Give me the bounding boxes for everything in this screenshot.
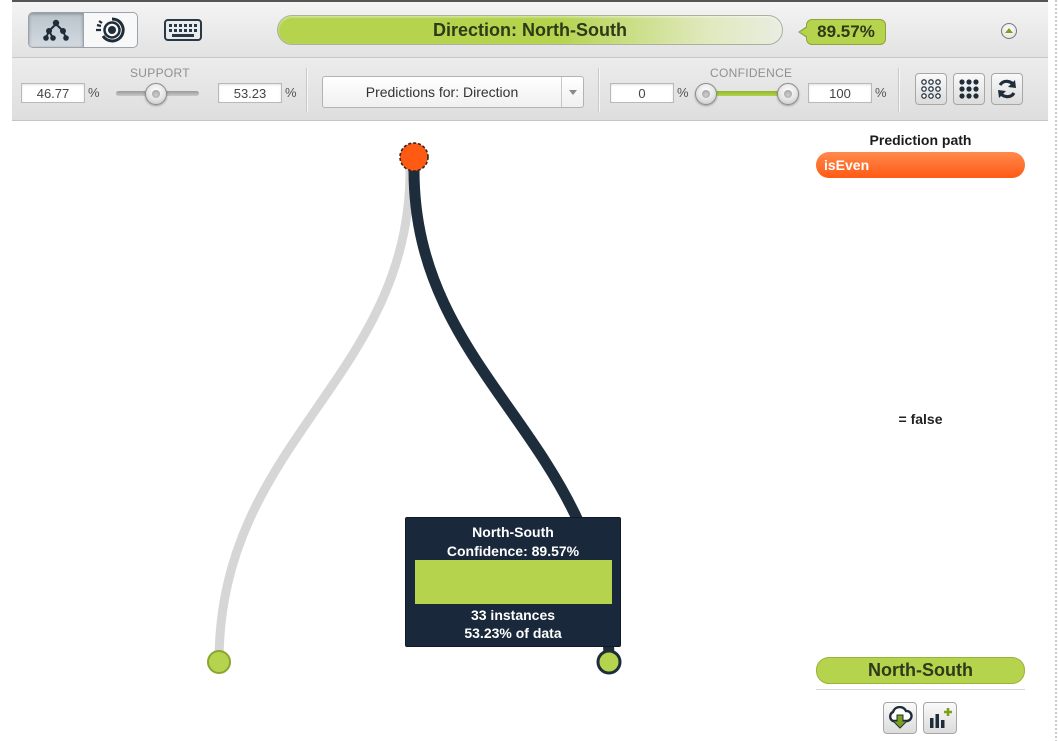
bar-chart-plus-icon: [930, 708, 952, 728]
support-min-percent: %: [88, 85, 100, 100]
filter-control-bar: SUPPORT 46.77 % 53.23 % Predictions for:…: [12, 58, 1048, 121]
view-mode-toggle: [28, 12, 138, 48]
leaf-node-right-selected[interactable]: [596, 649, 622, 675]
keyboard-icon: [164, 19, 202, 41]
dots-grid-filled-icon: [959, 79, 979, 99]
dots-grid-outline-icon: [921, 79, 941, 99]
tree-branch-true[interactable]: [214, 165, 415, 667]
confidence-max-input[interactable]: 100: [808, 83, 872, 103]
tree-view-button[interactable]: [29, 13, 83, 47]
confidence-slider-min-handle[interactable]: [695, 83, 717, 105]
add-chart-button[interactable]: [923, 702, 957, 734]
cloud-download-icon: [889, 706, 913, 729]
confidence-percent: 89.57%: [817, 22, 875, 41]
direction-label: Direction: North-South: [433, 19, 627, 40]
predictions-for-select[interactable]: Predictions for: Direction: [322, 76, 584, 108]
leaf-node-left[interactable]: [207, 650, 231, 674]
tree-icon: [42, 19, 69, 41]
confidence-min-percent: %: [677, 85, 689, 100]
divider: [898, 68, 899, 112]
collapse-button[interactable]: [1001, 23, 1017, 39]
sunburst-icon: [96, 17, 125, 43]
confidence-min-input[interactable]: 0: [610, 83, 674, 103]
chevron-down-icon: [561, 77, 583, 107]
predictions-for-value: Predictions for: Direction: [365, 84, 519, 100]
prediction-path-condition: = false: [898, 411, 943, 427]
decision-tree-canvas: [207, 142, 622, 675]
support-max-percent: %: [285, 85, 297, 100]
tooltip-confidence: Confidence: 89.57%: [446, 543, 580, 559]
window-edge: [1055, 0, 1057, 741]
prediction-result-label: North-South: [868, 660, 973, 680]
leaf-tooltip: North-South Confidence: 89.57% 33 instan…: [405, 517, 621, 647]
divider: [816, 689, 1025, 690]
divider: [306, 68, 307, 112]
prediction-path-field[interactable]: isEven: [816, 152, 1025, 178]
prediction-path-title: Prediction path: [869, 132, 972, 148]
refresh-icon: [998, 79, 1016, 99]
sunburst-view-button[interactable]: [82, 13, 138, 47]
confidence-badge: 89.57%: [798, 19, 886, 45]
top-bar: Direction: North-South 89.57%: [12, 0, 1048, 58]
expanded-view-button[interactable]: [953, 73, 985, 105]
tooltip-data-share: 53.23% of data: [464, 625, 562, 641]
compact-view-button[interactable]: [915, 73, 947, 105]
tooltip-class-name: North-South: [472, 524, 554, 540]
prediction-direction-bar: Direction: North-South: [277, 15, 783, 45]
download-button[interactable]: [883, 702, 917, 734]
confidence-label: CONFIDENCE: [710, 66, 793, 80]
support-max-input[interactable]: 53.23: [218, 83, 282, 103]
keyboard-button[interactable]: [162, 14, 204, 46]
confidence-max-percent: %: [875, 85, 887, 100]
collapse-up-icon: [1005, 28, 1013, 33]
prediction-result: North-South: [816, 657, 1025, 684]
tooltip-confidence-bar: [415, 560, 612, 604]
support-min-input[interactable]: 46.77: [21, 83, 85, 103]
support-slider-handle[interactable]: [145, 83, 167, 105]
prediction-path-field-label: isEven: [824, 157, 870, 173]
root-node[interactable]: [399, 142, 429, 172]
tooltip-instances: 33 instances: [470, 607, 556, 623]
reset-button[interactable]: [991, 73, 1023, 105]
divider: [598, 68, 599, 112]
confidence-slider-max-handle[interactable]: [777, 83, 799, 105]
support-label: SUPPORT: [130, 66, 190, 80]
